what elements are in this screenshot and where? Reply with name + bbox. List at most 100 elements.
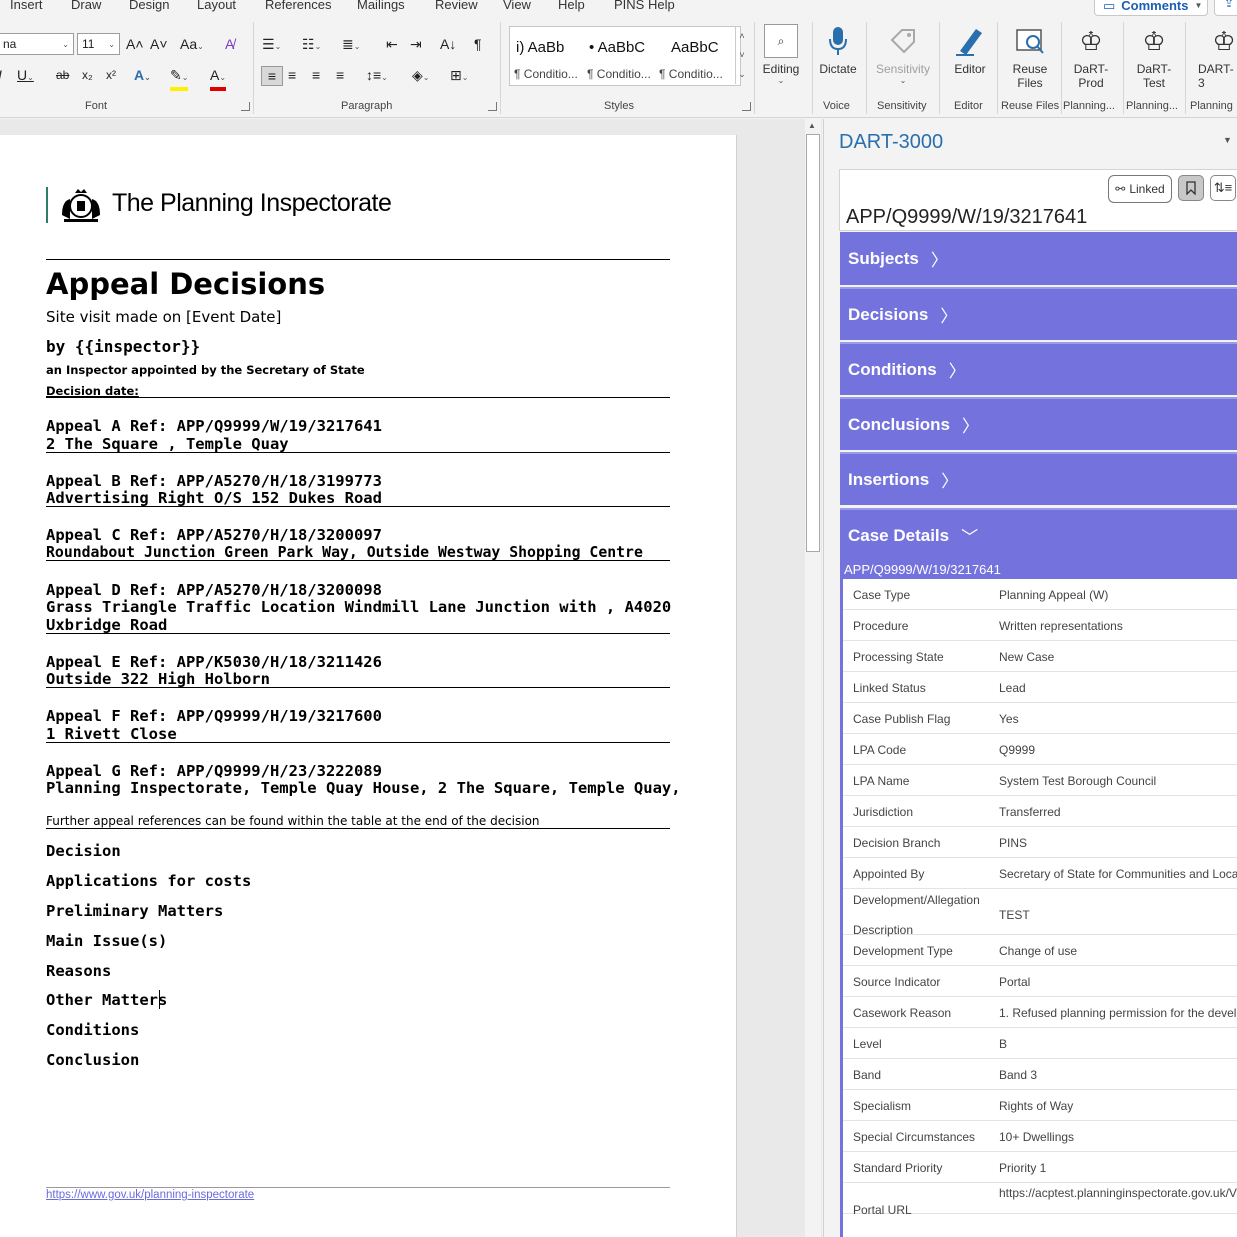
editing-button[interactable]: ⌕ Editing ⌄: [750, 20, 812, 100]
align-center-icon[interactable]: ≡: [288, 66, 296, 84]
shading-icon[interactable]: ◈⌄: [412, 66, 429, 87]
shrink-font-icon[interactable]: A˅: [150, 35, 168, 53]
gallery-down-icon[interactable]: ˅: [735, 46, 748, 65]
dart-3000-button[interactable]: ♔ DART-3: [1192, 20, 1237, 100]
group-divider: [866, 22, 867, 114]
dart-prod-label: DaRT-: [1073, 62, 1109, 76]
tab-design[interactable]: Design: [129, 0, 169, 12]
gallery-up-icon[interactable]: ˄: [735, 27, 748, 46]
tab-references[interactable]: References: [265, 0, 331, 12]
case-detail-key: Linked Status: [853, 681, 926, 695]
vertical-scrollbar[interactable]: ▲: [805, 119, 821, 1237]
case-detail-key: Development Type: [853, 944, 953, 958]
tab-review[interactable]: Review: [435, 0, 478, 12]
font-size-combo[interactable]: 11 ⌄: [77, 33, 120, 55]
highlight-icon[interactable]: ✎⌄: [170, 66, 189, 91]
decrease-indent-icon[interactable]: ⇤: [386, 35, 398, 53]
link-icon: ⚯: [1115, 182, 1126, 196]
dictate-button[interactable]: Dictate: [807, 20, 869, 100]
bullets-icon[interactable]: ☰⌄: [262, 35, 281, 56]
dart-prod-button[interactable]: ♔ DaRT- Prod: [1060, 20, 1122, 100]
tab-layout[interactable]: Layout: [197, 0, 236, 12]
clear-formatting-icon[interactable]: A̸: [225, 35, 234, 53]
case-detail-key: Jurisdiction: [853, 805, 914, 819]
accordion-subjects[interactable]: Subjects 〉: [840, 232, 1237, 285]
tab-insert[interactable]: Insert: [10, 0, 43, 12]
styles-dialog-launcher-icon[interactable]: [742, 102, 751, 111]
comments-button[interactable]: ▭ Comments ▼: [1094, 0, 1208, 16]
paragraph-dialog-launcher-icon[interactable]: [488, 102, 497, 111]
tab-view[interactable]: View: [503, 0, 531, 12]
borders-icon[interactable]: ⊞⌄: [450, 66, 468, 87]
accordion-conclusions[interactable]: Conclusions 〉: [840, 397, 1237, 450]
tab-pins-help[interactable]: PINS Help: [614, 0, 675, 12]
tab-draw[interactable]: Draw: [71, 0, 101, 12]
align-right-icon[interactable]: ≡: [312, 66, 320, 84]
linked-button[interactable]: ⚯ Linked: [1108, 175, 1172, 203]
style-name: ¶ Conditio...: [514, 67, 578, 81]
section-heading: Preliminary Matters: [46, 902, 224, 920]
show-formatting-marks-icon[interactable]: ¶: [474, 35, 482, 53]
accordion-insertions[interactable]: Insertions 〉: [840, 452, 1237, 505]
font-color-icon[interactable]: A⌄: [210, 66, 227, 91]
case-detail-value: System Test Borough Council: [999, 774, 1157, 788]
case-detail-value: Rights of Way: [999, 1099, 1074, 1113]
grow-font-icon[interactable]: A˄: [126, 35, 144, 53]
reuse-files-button[interactable]: Reuse Files: [999, 20, 1061, 100]
justify-icon[interactable]: ≡: [336, 66, 344, 84]
format-button[interactable]: ⇅≡: [1210, 175, 1236, 201]
font-dialog-launcher-icon[interactable]: [241, 102, 250, 111]
increase-indent-icon[interactable]: ⇥: [410, 35, 422, 53]
case-detail-row: Specialism Rights of Way: [843, 1090, 1237, 1121]
bookmark-button[interactable]: [1178, 175, 1204, 201]
chevron-down-icon: ⌄: [899, 76, 907, 85]
font-name-combo[interactable]: na ⌄: [0, 33, 74, 55]
document-page[interactable]: The Planning Inspectorate Appeal Decisio…: [0, 135, 737, 1237]
strikethrough-icon[interactable]: ab: [56, 66, 69, 84]
case-detail-key: Portal URL: [853, 1203, 912, 1217]
underline-icon[interactable]: U⌄: [17, 66, 34, 87]
divider: [46, 687, 670, 688]
superscript-icon[interactable]: x²: [106, 66, 116, 84]
align-left-icon[interactable]: ≡: [261, 66, 283, 86]
menu-bar: Insert Draw Design Layout References Mai…: [0, 0, 1237, 16]
text-effects-icon[interactable]: A⌄: [134, 66, 151, 87]
accordion-case-details[interactable]: Case Details ﹀: [840, 508, 1237, 561]
style-item[interactable]: i) AaBb ¶ Conditio...: [510, 27, 582, 85]
numbering-icon[interactable]: ☷⌄: [302, 35, 321, 56]
case-detail-value: https://acptest.planninginspectorate.gov…: [999, 1186, 1237, 1200]
voice-group-label: Voice: [823, 100, 850, 112]
style-item[interactable]: • AaBbC ¶ Conditio...: [583, 27, 655, 85]
style-item[interactable]: AaBbC ¶ Conditio...: [655, 27, 727, 85]
footer-link[interactable]: https://www.gov.uk/planning-inspectorate: [46, 1189, 254, 1201]
divider: [46, 828, 670, 829]
styles-gallery[interactable]: i) AaBb ¶ Conditio... • AaBbC ¶ Conditio..…: [509, 26, 746, 86]
multilevel-list-icon[interactable]: ≣⌄: [342, 35, 360, 56]
change-case-icon[interactable]: Aa⌄: [180, 35, 204, 56]
sort-icon[interactable]: A↓: [440, 35, 456, 53]
accordion-conditions[interactable]: Conditions 〉: [840, 342, 1237, 395]
editing-label: Editing: [762, 62, 800, 76]
pane-options-icon[interactable]: ▼: [1223, 135, 1232, 145]
accordion-decisions[interactable]: Decisions 〉: [840, 287, 1237, 340]
case-detail-key: Processing State: [853, 650, 944, 664]
editor-group-label: Editor: [954, 100, 983, 112]
appeal-ref: Appeal D Ref: APP/A5270/H/18/3200098: [46, 581, 382, 599]
case-detail-value: B: [999, 1037, 1008, 1051]
dart-test-button[interactable]: ♔ DaRT- Test: [1123, 20, 1185, 100]
tab-mailings[interactable]: Mailings: [357, 0, 405, 12]
tab-help[interactable]: Help: [558, 0, 585, 12]
scrollbar-thumb[interactable]: [806, 134, 820, 552]
reuse-files-label: Reuse: [1012, 62, 1048, 76]
share-button[interactable]: ⇪: [1214, 0, 1237, 16]
italic-icon[interactable]: I: [0, 66, 2, 84]
subscript-icon[interactable]: x₂: [82, 66, 93, 84]
gallery-more-icon[interactable]: ⌄: [735, 65, 748, 84]
editor-button[interactable]: Editor: [939, 20, 1001, 100]
logo-accent-bar: [46, 187, 48, 223]
scroll-up-icon[interactable]: ▲: [808, 121, 816, 130]
sensitivity-button[interactable]: Sensitivity ⌄: [872, 20, 934, 100]
line-spacing-icon[interactable]: ↕≡⌄: [366, 66, 388, 87]
case-detail-row: Casework Reason 1. Refused planning permi…: [843, 997, 1237, 1028]
style-sample: • AaBbC: [589, 39, 646, 56]
